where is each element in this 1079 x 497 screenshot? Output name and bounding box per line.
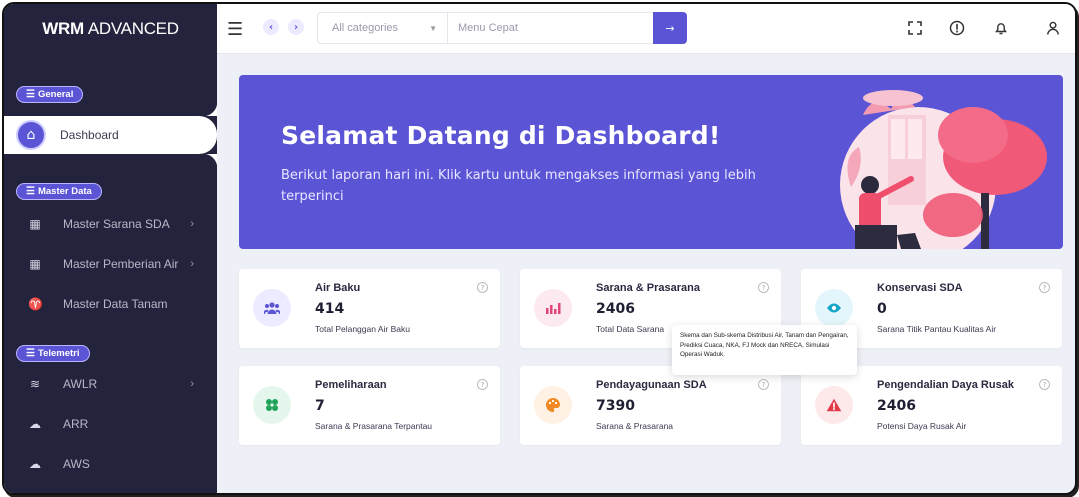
category-select[interactable]: All categories ▼ — [318, 13, 448, 43]
rain-cloud-icon: ☁ — [29, 417, 41, 431]
sprout-icon: ♈ — [28, 297, 43, 311]
forward-arrow-icon[interactable]: › — [288, 19, 304, 35]
help-icon[interactable]: ? — [477, 379, 488, 390]
welcome-illustration — [840, 90, 1047, 249]
bell-icon[interactable] — [991, 18, 1011, 38]
building-icon: ▦ — [29, 217, 41, 231]
card-title: Pemeliharaan — [315, 379, 387, 391]
eye-icon — [815, 289, 853, 327]
active-item: ⌂ Dashboard — [16, 120, 119, 150]
sidebar-item-dashboard[interactable]: ⌂ Dashboard — [4, 102, 217, 168]
user-profile-icon[interactable] — [1043, 18, 1063, 38]
card-value: 2406 — [877, 398, 916, 414]
building-icon: ▦ — [29, 257, 41, 271]
card-title: Pengendalian Daya Rusak — [877, 379, 1014, 391]
group-telemetri: ☰ Telemetri — [16, 345, 90, 362]
chevron-right-icon: › — [190, 258, 194, 270]
card-subtitle: Sarana & Prasarana Terpantau — [315, 421, 433, 431]
help-icon[interactable]: ? — [1039, 282, 1050, 293]
sidebar-item-master-data-tanam[interactable]: ♈ Master Data Tanam — [28, 294, 208, 314]
sidebar-nav: ☰ General ⌂ Dashboard ☰ Master Data ▦ Ma… — [4, 54, 217, 493]
sidebar-item-label: Dashboard — [60, 128, 119, 142]
home-icon: ⌂ — [16, 120, 46, 150]
sidebar-item-label: AWS — [63, 457, 90, 471]
hamburger-menu-icon[interactable]: ☰ — [227, 19, 243, 40]
sidebar-item-master-pemberian-air[interactable]: ▦ Master Pemberian Air › — [28, 254, 208, 274]
palette-icon — [534, 386, 572, 424]
card-subtitle: Total Data Sarana — [596, 324, 665, 334]
quick-search: All categories ▼ → — [317, 12, 687, 44]
card-value: 0 — [877, 301, 887, 317]
back-arrow-icon[interactable]: ‹ — [263, 19, 279, 35]
menu-lines-icon: ☰ — [26, 348, 35, 359]
sidebar-item-arr[interactable]: ☁ ARR — [28, 414, 208, 434]
card-title: Sarana & Prasarana — [596, 282, 700, 294]
chevron-right-icon: › — [190, 218, 194, 230]
sidebar: WRM ADVANCED ☰ General ⌂ Dashboard ☰ Mas… — [4, 4, 217, 493]
arrow-right-icon: → — [665, 21, 675, 35]
card-subtitle: Sarana Titik Pantau Kualitas Air — [877, 324, 997, 334]
group-label: Master Data — [37, 186, 92, 197]
card-pendayagunaan-sda[interactable]: Pendayagunaan SDA 7390 Sarana & Prasaran… — [520, 366, 781, 445]
help-icon[interactable]: ? — [477, 282, 488, 293]
caret-down-icon: ▼ — [429, 23, 437, 33]
card-subtitle: Potensi Daya Rusak Air — [877, 421, 967, 431]
clover-icon — [253, 386, 291, 424]
fullscreen-icon[interactable] — [905, 18, 925, 38]
sidebar-item-aws[interactable]: ☁ AWS — [28, 454, 208, 474]
help-icon[interactable]: ? — [758, 379, 769, 390]
card-air-baku[interactable]: Air Baku 414 Total Pelanggan Air Baku ? — [239, 269, 500, 348]
sidebar-item-awlr[interactable]: ≋ AWLR › — [28, 374, 208, 394]
main-content: Selamat Datang di Dashboard! Berikut lap… — [217, 55, 1075, 493]
group-general: ☰ General — [16, 86, 84, 103]
card-value: 7 — [315, 398, 325, 414]
card-title: Pendayagunaan SDA — [596, 379, 707, 391]
card-value: 414 — [315, 301, 345, 317]
banner-title: Selamat Datang di Dashboard! — [281, 121, 721, 150]
banner-subtitle: Berikut laporan hari ini. Klik kartu unt… — [281, 168, 756, 204]
card-value: 2406 — [596, 301, 635, 317]
card-subtitle: Sarana & Prasarana — [596, 421, 674, 431]
card-value: 7390 — [596, 398, 635, 414]
help-icon[interactable]: ? — [758, 282, 769, 293]
card-pengendalian-daya-rusak[interactable]: Pengendalian Daya Rusak 2406 Potensi Day… — [801, 366, 1062, 445]
brand-light: ADVANCED — [87, 19, 179, 38]
help-tooltip: Skema dan Sub-skema Distribusi Air, Tana… — [672, 325, 857, 375]
search-input[interactable] — [448, 13, 653, 43]
brand-bold: WRM — [42, 19, 84, 38]
sidebar-item-label: Master Sarana SDA — [63, 217, 170, 231]
users-icon — [253, 289, 291, 327]
group-label: General — [37, 89, 74, 100]
chevron-right-icon: › — [190, 378, 194, 390]
sidebar-item-master-sarana-sda[interactable]: ▦ Master Sarana SDA › — [28, 214, 208, 234]
sidebar-item-label: ARR — [63, 417, 89, 431]
category-select-value: All categories — [332, 22, 399, 34]
water-level-icon: ≋ — [29, 377, 41, 391]
bar-chart-icon — [534, 289, 572, 327]
group-master-data: ☰ Master Data — [16, 183, 102, 200]
topbar: ☰ ‹ › All categories ▼ → — [217, 4, 1075, 54]
menu-lines-icon: ☰ — [26, 186, 35, 197]
welcome-banner: Selamat Datang di Dashboard! Berikut lap… — [239, 75, 1063, 249]
warning-icon — [815, 386, 853, 424]
group-label: Telemetri — [37, 348, 80, 359]
sidebar-item-label: Master Data Tanam — [63, 297, 168, 311]
help-icon[interactable]: ? — [1039, 379, 1050, 390]
info-alert-icon[interactable] — [947, 18, 967, 38]
search-submit-button[interactable]: → — [653, 12, 687, 44]
card-subtitle: Total Pelanggan Air Baku — [315, 324, 410, 334]
card-title: Air Baku — [315, 282, 361, 294]
sidebar-item-label: AWLR — [63, 377, 98, 391]
weather-cloud-icon: ☁ — [29, 457, 41, 471]
menu-lines-icon: ☰ — [26, 89, 35, 100]
brand-logo[interactable]: WRM ADVANCED — [4, 4, 217, 54]
card-pemeliharaan[interactable]: Pemeliharaan 7 Sarana & Prasarana Terpan… — [239, 366, 500, 445]
card-title: Konservasi SDA — [877, 282, 963, 294]
sidebar-item-label: Master Pemberian Air — [63, 257, 179, 271]
app-window: WRM ADVANCED ☰ General ⌂ Dashboard ☰ Mas… — [2, 2, 1077, 495]
